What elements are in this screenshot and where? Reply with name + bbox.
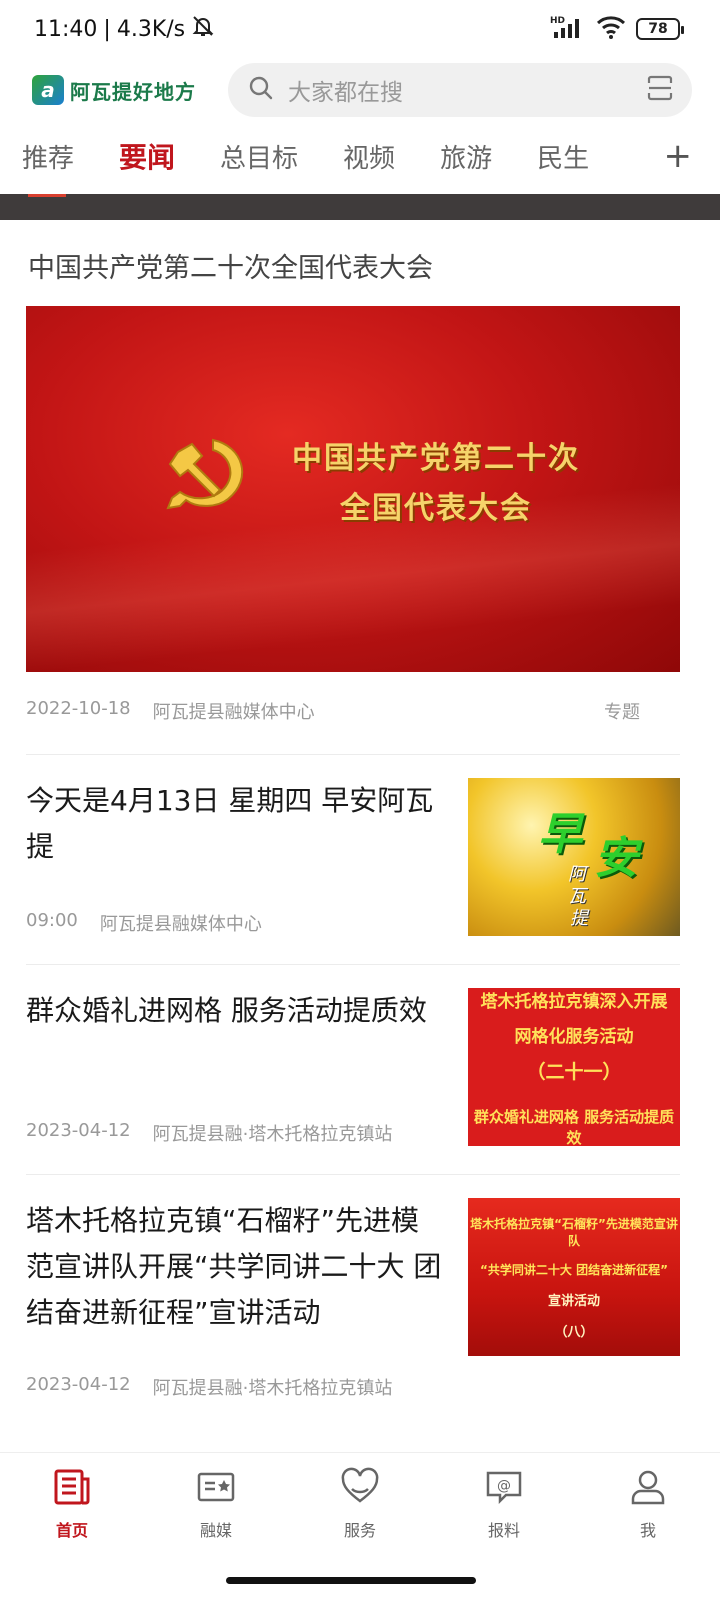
nav-label: 服务 [343, 1521, 376, 1540]
party-emblem-icon [158, 434, 258, 518]
tab-recommend[interactable]: 推荐 [22, 138, 74, 175]
network-label: HD [550, 16, 565, 26]
divider [26, 754, 680, 755]
search-bar[interactable]: 大家都在搜 [228, 63, 692, 117]
tab-goals[interactable]: 总目标 [220, 138, 298, 175]
wifi-icon [596, 15, 626, 43]
thumb-text: 塔木托格拉克镇深入开展 [480, 991, 668, 1012]
feature-title[interactable]: 中国共产党第二十次全国代表大会 [28, 246, 433, 285]
thumb-text: 早 [538, 809, 582, 860]
signal-icon: HD [550, 14, 586, 44]
search-placeholder: 大家都在搜 [288, 80, 403, 106]
news-time: 2023-04-12 [26, 1374, 131, 1395]
news-source: 阿瓦提县融媒体中心 [99, 914, 262, 935]
status-separator: | [103, 16, 111, 42]
thumb-text: 网格化服务活动 [514, 1026, 634, 1047]
bottom-nav: 首页 融媒 服务 @ 报料 我 [0, 1452, 720, 1562]
banner-headline: 中国共产党第二十次 全国代表大会 [266, 434, 606, 534]
home-indicator[interactable] [226, 1577, 476, 1584]
nav-label: 我 [639, 1521, 656, 1540]
logo-text: 阿瓦提好地方 [70, 79, 196, 104]
heart-service-icon [340, 1467, 380, 1511]
nav-label: 报料 [487, 1521, 520, 1540]
thumb-text: 宣讲活动 [547, 1293, 600, 1309]
battery-icon: 78 [636, 18, 684, 40]
divider [26, 1174, 680, 1175]
news-title: 塔木托格拉克镇“石榴籽”先进模范宣讲队开展“共学同讲二十大 团结奋进新征程”宣讲… [26, 1204, 442, 1329]
nav-label: 融媒 [199, 1521, 232, 1540]
news-thumbnail: 塔木托格拉克镇“石榴籽”先进模范宣讲队 “共学同讲二十大 团结奋进新征程” 宣讲… [468, 1198, 680, 1356]
news-meta: 2023-04-12 阿瓦提县融·塔木托格拉克镇站 [26, 1120, 392, 1146]
news-source: 阿瓦提县融·塔木托格拉克镇站 [152, 1378, 393, 1399]
thumb-text: 塔木托格拉克镇“石榴籽”先进模范宣讲队 [470, 1216, 678, 1248]
status-left: 11:40 | 4.3K/s [34, 14, 215, 44]
thumb-text: 提 [570, 908, 588, 929]
nav-me[interactable]: 我 [576, 1453, 720, 1562]
user-icon [628, 1467, 668, 1511]
status-time: 11:40 [34, 16, 98, 42]
banner-line-1: 中国共产党第二十次 [292, 441, 580, 476]
news-meta: 09:00 阿瓦提县融媒体中心 [26, 910, 262, 936]
news-icon [52, 1467, 92, 1511]
news-time: 2023-04-12 [26, 1120, 131, 1141]
nav-service[interactable]: 服务 [288, 1453, 432, 1562]
app-header: a 阿瓦提好地方 大家都在搜 [0, 62, 720, 118]
feature-source: 阿瓦提县融媒体中心 [152, 702, 315, 723]
feature-tag: 专题 [604, 702, 640, 723]
news-thumbnail: 早 安 阿 瓦 提 [468, 778, 680, 936]
mute-bell-icon [191, 14, 215, 44]
app-logo[interactable]: a 阿瓦提好地方 [32, 75, 202, 105]
strip-accent [28, 194, 66, 197]
tab-livelihood[interactable]: 民生 [537, 138, 589, 175]
thumb-text: 安 [594, 833, 638, 884]
feature-meta: 2022-10-18 阿瓦提县融媒体中心 专题 [26, 698, 680, 724]
news-item[interactable]: 塔木托格拉克镇“石榴籽”先进模范宣讲队开展“共学同讲二十大 团结奋进新征程”宣讲… [26, 1198, 680, 1410]
tab-travel[interactable]: 旅游 [440, 138, 492, 175]
nav-label: 首页 [55, 1521, 88, 1540]
add-channel-button[interactable]: + [664, 136, 693, 176]
news-item[interactable]: 群众婚礼进网格 服务活动提质效 2023-04-12 阿瓦提县融·塔木托格拉克镇… [26, 988, 680, 1150]
divider [26, 964, 680, 965]
tab-video[interactable]: 视频 [343, 138, 395, 175]
logo-mark-icon: a [32, 75, 64, 105]
feature-date: 2022-10-18 [26, 698, 131, 719]
thumb-text: （二十一） [526, 1060, 622, 1083]
banner-strip [0, 194, 720, 220]
news-item[interactable]: 今天是4月13日 星期四 早安阿瓦提 09:00 阿瓦提县融媒体中心 早 安 阿… [26, 778, 680, 940]
news-time: 09:00 [26, 910, 78, 931]
news-meta: 2023-04-12 阿瓦提县融·塔木托格拉克镇站 [26, 1374, 392, 1400]
channel-tabs: 推荐 要闻 总目标 视频 旅游 民生 + [0, 128, 720, 184]
svg-text:@: @ [497, 1478, 511, 1494]
status-net-speed: 4.3K/s [116, 16, 186, 42]
news-title: 今天是4月13日 星期四 早安阿瓦提 [26, 784, 434, 863]
banner-line-2: 全国代表大会 [340, 491, 532, 526]
media-icon [196, 1467, 236, 1511]
search-icon [248, 75, 274, 105]
thumb-text: “共学同讲二十大 团结奋进新征程” [480, 1262, 668, 1277]
news-thumbnail: 塔木托格拉克镇深入开展 网格化服务活动 （二十一） 群众婚礼进网格 服务活动提质… [468, 988, 680, 1146]
tab-headlines[interactable]: 要闻 [119, 136, 175, 176]
thumb-text: （八） [554, 1324, 594, 1340]
scan-icon[interactable] [646, 74, 674, 106]
feature-banner[interactable]: 中国共产党第二十次 全国代表大会 [26, 306, 680, 672]
thumb-text: 群众婚礼进网格 服务活动提质效 [473, 1107, 675, 1147]
status-right: HD 78 [550, 14, 684, 44]
report-icon: @ [484, 1467, 524, 1511]
news-title: 群众婚礼进网格 服务活动提质效 [26, 994, 427, 1027]
news-source: 阿瓦提县融·塔木托格拉克镇站 [152, 1124, 393, 1145]
nav-media[interactable]: 融媒 [144, 1453, 288, 1562]
nav-home[interactable]: 首页 [0, 1453, 144, 1562]
nav-report[interactable]: @ 报料 [432, 1453, 576, 1562]
status-bar: 11:40 | 4.3K/s HD 78 [0, 0, 720, 58]
